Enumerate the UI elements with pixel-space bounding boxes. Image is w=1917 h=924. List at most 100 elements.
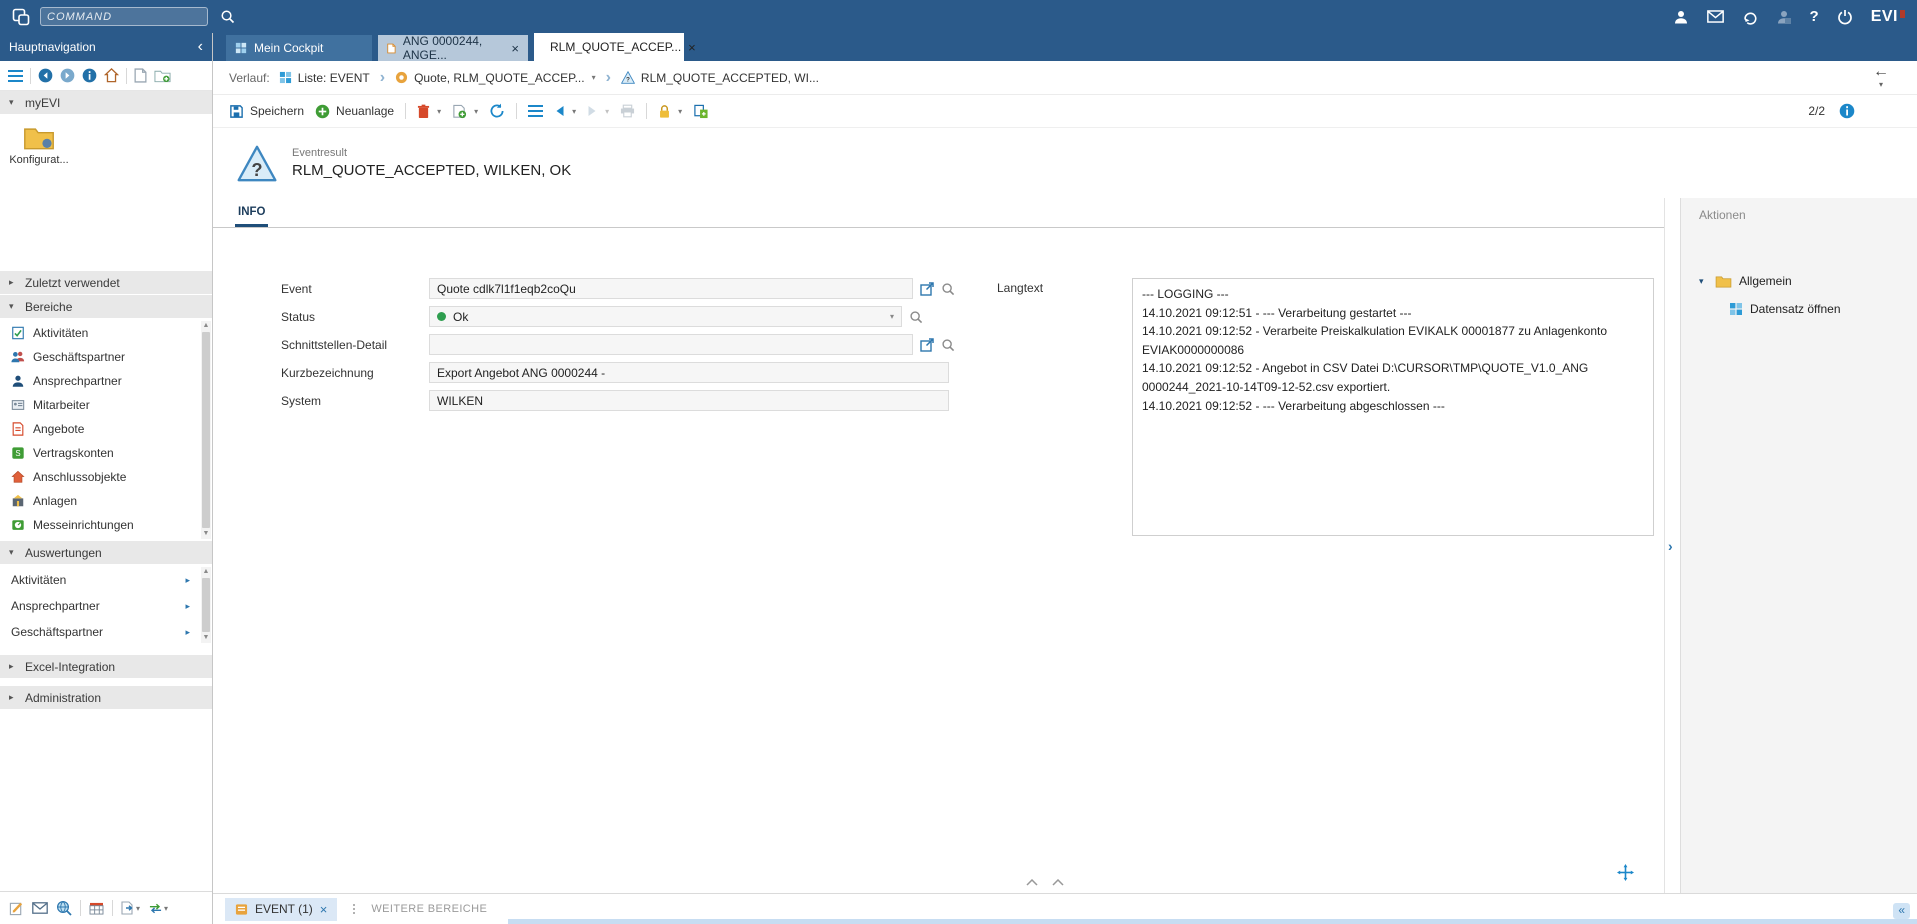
collapse-panel-icon[interactable]: «	[1893, 903, 1910, 919]
section-evaluations[interactable]: ▾ Auswertungen	[0, 541, 212, 564]
sync-button[interactable]: ▾	[148, 902, 168, 915]
help-icon[interactable]: ?	[1810, 8, 1819, 25]
refresh-button[interactable]	[489, 103, 505, 119]
sidebar-collapse-icon[interactable]: ‹	[198, 39, 203, 55]
section-areas[interactable]: ▾ Bereiche	[0, 295, 212, 318]
sidebar-item-geschaeftspartner[interactable]: Geschäftspartner	[0, 345, 212, 369]
nav-forward-icon[interactable]	[60, 68, 75, 83]
breadcrumb-item-rlm-quote-accepted[interactable]: ? RLM_QUOTE_ACCEPTED, WI...	[621, 71, 819, 85]
eval-item-aktivitaeten[interactable]: Aktivitäten ▸	[0, 567, 212, 593]
tab-rlm-quote-accepted[interactable]: ? RLM_QUOTE_ACCEP... ×	[534, 33, 684, 61]
open-reference-icon[interactable]	[920, 282, 934, 296]
close-icon[interactable]: ×	[511, 42, 519, 55]
panel-expand-icon[interactable]: ›	[1668, 538, 1673, 554]
crumb-separator-icon: ›	[380, 69, 385, 87]
document-icon[interactable]	[134, 68, 147, 83]
user-icon[interactable]	[1673, 9, 1689, 25]
lock-button[interactable]: ▾	[658, 104, 682, 119]
sidebar-item-vertragskonten[interactable]: S Vertragskonten	[0, 441, 212, 465]
envelope-icon[interactable]	[32, 902, 48, 914]
breadcrumb-item-quote[interactable]: Quote, RLM_QUOTE_ACCEP... ▾	[395, 71, 596, 85]
close-icon[interactable]: ×	[688, 41, 696, 54]
open-reference-icon[interactable]	[920, 338, 934, 352]
scroll-up-icon[interactable]: ▲	[203, 567, 210, 577]
next-record-button[interactable]: ▾	[587, 105, 609, 117]
scroll-down-icon[interactable]: ▼	[203, 529, 210, 539]
search-icon[interactable]	[941, 338, 955, 352]
scroll-down-icon[interactable]: ▼	[203, 633, 210, 643]
tab-ang-0000244[interactable]: ANG 0000244, ANGE... ×	[378, 35, 528, 61]
section-recent[interactable]: ▸ Zuletzt verwendet	[0, 271, 212, 294]
section-admin[interactable]: ▸ Administration	[0, 686, 212, 709]
action-datensatz-oeffnen[interactable]: Datensatz öffnen	[1729, 302, 1917, 316]
section-myevi[interactable]: ▾ myEVI	[0, 91, 212, 114]
eval-item-ansprechpartner[interactable]: Ansprechpartner ▸	[0, 593, 212, 619]
konfiguration-tile[interactable]: Konfigurat...	[8, 125, 70, 166]
menu-icon[interactable]	[8, 70, 23, 82]
divider	[80, 900, 81, 916]
search-icon[interactable]	[909, 310, 923, 324]
breadcrumb-item-liste-event[interactable]: Liste: EVENT	[279, 71, 370, 85]
bottom-scroll-strip[interactable]	[508, 919, 1917, 924]
dropdown-caret-icon[interactable]: ▾	[890, 312, 894, 321]
actions-group-allgemein[interactable]: ▾ Allgemein	[1699, 274, 1917, 288]
schnittstellen-detail-field[interactable]	[429, 334, 913, 355]
more-areas-button[interactable]: WEITERE BEREICHE	[371, 903, 487, 915]
command-input[interactable]	[47, 11, 201, 23]
tab-mein-cockpit[interactable]: Mein Cockpit	[226, 35, 372, 61]
sidebar-item-angebote[interactable]: Angebote	[0, 417, 212, 441]
section-excel[interactable]: ▸ Excel-Integration	[0, 655, 212, 678]
nav-back-icon[interactable]	[38, 68, 53, 83]
cockpit-grid-icon	[235, 42, 247, 54]
tab-info[interactable]: INFO	[235, 206, 268, 227]
folder-add-icon[interactable]	[154, 69, 171, 83]
sidebar-item-anlagen[interactable]: Anlagen	[0, 489, 212, 513]
record-counter: 2/2	[1808, 104, 1825, 118]
system-field[interactable]: WILKEN	[429, 390, 949, 411]
event-field[interactable]: Quote cdlk7l1f1eqb2coQu	[429, 278, 913, 299]
history-dropdown-icon[interactable]: ▾	[1879, 80, 1883, 89]
sidebar-item-messeinrichtungen[interactable]: Messeinrichtungen	[0, 513, 212, 537]
print-button[interactable]	[620, 104, 635, 118]
eval-item-geschaeftspartner[interactable]: Geschäftspartner ▸	[0, 619, 212, 645]
history-back-icon[interactable]: ←	[1873, 64, 1889, 80]
table-icon[interactable]	[89, 902, 104, 915]
bottom-tab-event[interactable]: EVENT (1) ×	[225, 898, 337, 921]
chevron-up-icon[interactable]	[1026, 879, 1038, 886]
new-button[interactable]: Neuanlage	[315, 104, 394, 119]
redo-icon[interactable]	[1742, 9, 1758, 25]
power-icon[interactable]	[1837, 9, 1853, 25]
globe-search-icon[interactable]	[56, 900, 72, 916]
close-icon[interactable]: ×	[320, 902, 328, 917]
sidebar-item-ansprechpartner[interactable]: Ansprechpartner	[0, 369, 212, 393]
info-circle-icon[interactable]	[82, 68, 97, 83]
dropdown-caret-icon[interactable]: ▾	[592, 73, 596, 82]
info-circle-icon[interactable]	[1839, 103, 1855, 119]
scrollbar-thumb[interactable]	[202, 332, 210, 528]
delete-button[interactable]: ▾	[417, 104, 441, 119]
save-button[interactable]: Speichern	[229, 104, 304, 119]
copy-record-button[interactable]	[693, 104, 709, 119]
scrollbar-thumb[interactable]	[202, 578, 210, 632]
list-menu-button[interactable]	[528, 105, 543, 117]
sidebar-item-anschlussobjekte[interactable]: Anschlussobjekte	[0, 465, 212, 489]
sidebar-item-aktivitaeten[interactable]: Aktivitäten	[0, 321, 212, 345]
group-toggle-icon: ▾	[1699, 276, 1708, 287]
chevron-up-icon[interactable]	[1052, 879, 1064, 886]
search-icon[interactable]	[941, 282, 955, 296]
kurzbezeichnung-field[interactable]: Export Angebot ANG 0000244 -	[429, 362, 949, 383]
myevi-body: Konfigurat...	[0, 115, 212, 271]
status-field[interactable]: Ok ▾	[429, 306, 902, 327]
add-related-button[interactable]: ▾	[452, 104, 478, 119]
move-icon[interactable]	[1617, 864, 1634, 881]
scroll-up-icon[interactable]: ▲	[203, 321, 210, 331]
search-icon[interactable]	[220, 9, 235, 24]
mail-icon[interactable]	[1707, 10, 1724, 23]
note-edit-icon[interactable]	[9, 901, 24, 916]
export-button[interactable]: ▾	[121, 901, 140, 915]
prev-record-button[interactable]: ▾	[554, 105, 576, 117]
user-status-icon[interactable]	[1776, 9, 1792, 25]
sidebar-item-mitarbeiter[interactable]: Mitarbeiter	[0, 393, 212, 417]
langtext-box[interactable]: --- LOGGING --- 14.10.2021 09:12:51 - --…	[1132, 278, 1654, 536]
home-up-icon[interactable]	[104, 68, 119, 83]
